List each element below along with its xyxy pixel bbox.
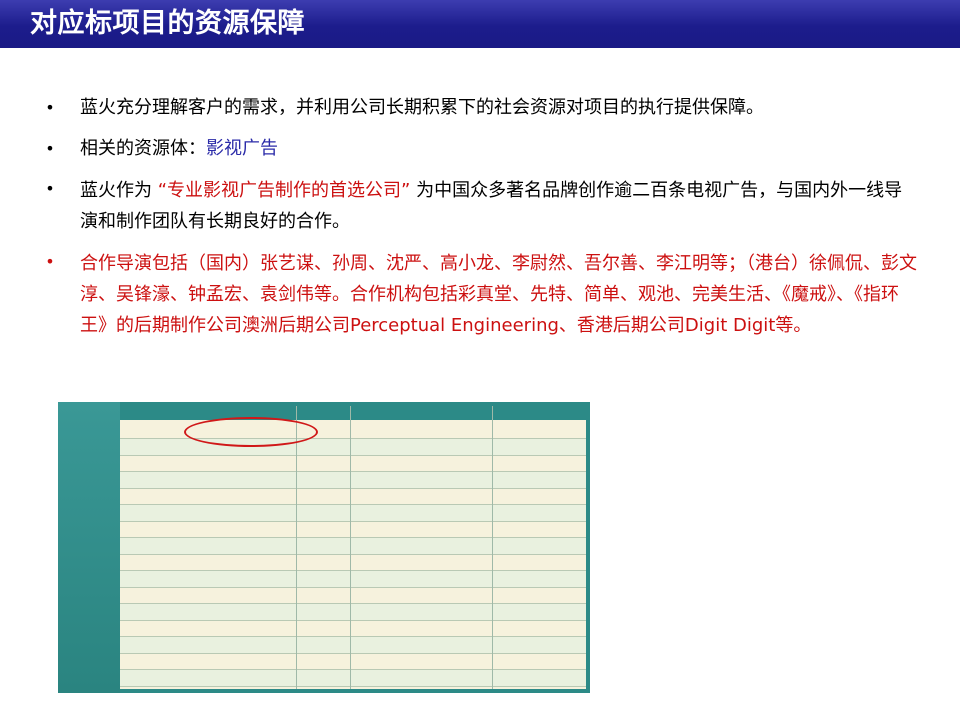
resource-highlight: 影视广告 [206,138,278,159]
bullet-dot-icon: • [45,179,55,198]
partner-table-image [58,402,590,693]
table-row [120,521,586,538]
title-bar: 对应标项目的资源保障 [0,0,960,48]
table-row [120,554,586,571]
company-highlight: “专业影视广告制作的首选公司” [157,180,411,201]
bullet-text: 合作导演包括（国内）张艺谋、孙周、沈严、高小龙、李尉然、吾尔善、李江明等；（港台… [80,253,917,336]
table-row [120,438,586,456]
bullet-dot-icon: • [45,139,55,158]
table-row [120,488,586,505]
table-row [120,471,586,489]
bullet-prefix: 相关的资源体： [80,138,206,159]
table-grid [120,406,586,689]
table-row [120,537,586,555]
table-header [120,406,586,420]
bullet-text: 蓝火充分理解客户的需求，并利用公司长期积累下的社会资源对项目的执行提供保障。 [80,97,764,118]
bullet-dot-icon: • [45,252,55,271]
table-row [120,620,586,637]
bullet-dot-icon: • [45,98,55,117]
table-row [120,570,586,588]
bullet-prefix: 蓝火作为 [80,180,158,201]
table-row [120,504,586,522]
table-row [120,603,586,621]
page-title: 对应标项目的资源保障 [30,8,305,39]
bullet-text: 蓝火作为 “专业影视广告制作的首选公司” 为中国众多著名品牌创作逾二百条电视广告… [80,175,920,237]
table-row [120,653,586,670]
table-row [120,669,586,687]
table-row [120,455,586,472]
bullet-text: 相关的资源体：影视广告 [80,135,920,163]
table-row [120,587,586,604]
table-row [120,636,586,654]
table-side-panel [58,402,120,693]
highlight-circle [184,417,318,447]
